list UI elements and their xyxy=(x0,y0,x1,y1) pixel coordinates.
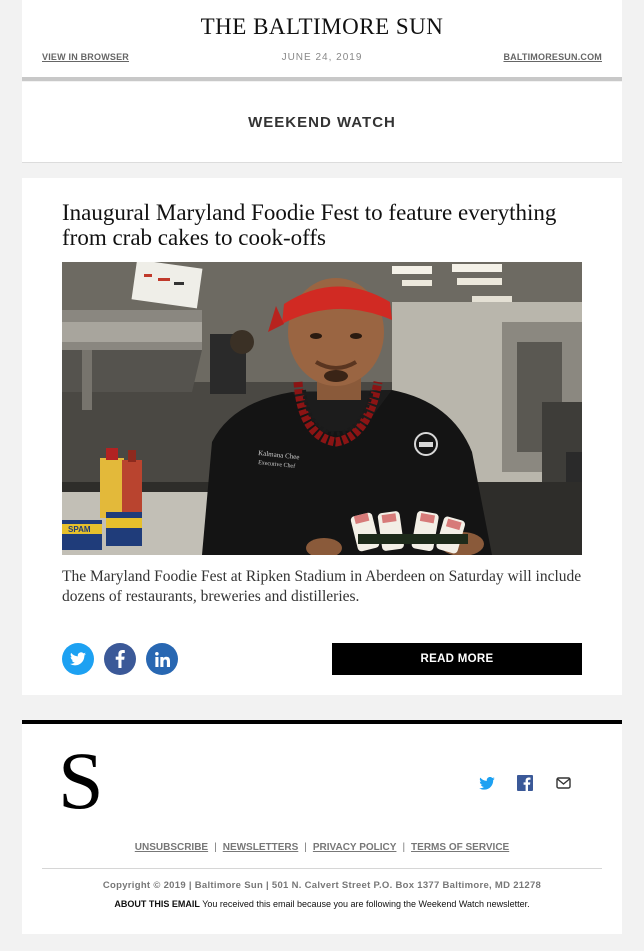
terms-of-service-link[interactable]: TERMS OF SERVICE xyxy=(411,842,509,853)
facebook-icon xyxy=(517,775,533,791)
header-meta-row: VIEW IN BROWSER JUNE 24, 2019 BALTIMORES… xyxy=(42,52,602,66)
link-separator: | xyxy=(214,842,217,853)
read-more-button[interactable]: READ MORE xyxy=(332,643,582,675)
footer-logo[interactable]: S xyxy=(58,736,104,826)
facebook-icon xyxy=(115,650,125,668)
link-separator: | xyxy=(304,842,307,853)
article-summary: The Maryland Foodie Fest at Ripken Stadi… xyxy=(62,568,582,605)
link-separator: | xyxy=(402,842,406,853)
about-this-email: ABOUT THIS EMAIL You received this email… xyxy=(22,899,622,909)
twitter-icon xyxy=(479,776,495,790)
mail-icon xyxy=(555,777,571,789)
chef-photo-illustration: SPAM Kalmana Chee Executive Chef xyxy=(62,262,582,555)
copyright-text: Copyright © 2019 | Baltimore Sun | 501 N… xyxy=(102,880,542,891)
footer-divider xyxy=(42,868,602,869)
footer-email-link[interactable] xyxy=(554,774,572,792)
section-band: WEEKEND WATCH xyxy=(22,82,622,163)
privacy-policy-link[interactable]: PRIVACY POLICY xyxy=(313,842,397,853)
article-card: Inaugural Maryland Foodie Fest to featur… xyxy=(22,178,622,695)
share-facebook-button[interactable] xyxy=(104,643,136,675)
about-label: ABOUT THIS EMAIL xyxy=(114,899,200,909)
site-link[interactable]: BALTIMORESUN.COM xyxy=(503,52,602,62)
masthead-logo[interactable]: THE BALTIMORE SUN xyxy=(22,14,622,40)
footer-facebook-link[interactable] xyxy=(516,774,534,792)
email-header: THE BALTIMORE SUN VIEW IN BROWSER JUNE 2… xyxy=(22,0,622,81)
footer-twitter-link[interactable] xyxy=(478,774,496,792)
newsletters-link[interactable]: NEWSLETTERS xyxy=(223,842,299,853)
unsubscribe-link[interactable]: UNSUBSCRIBE xyxy=(135,842,208,853)
share-twitter-button[interactable] xyxy=(62,643,94,675)
email-footer: S UNSUBSCRIBE | NEWSLETTERS | PRIVACY POLICY… xyxy=(22,720,622,934)
header-divider xyxy=(22,77,622,81)
about-text: You received this email because you are … xyxy=(202,899,530,909)
can-label-text: SPAM xyxy=(68,525,91,534)
article-headline[interactable]: Inaugural Maryland Foodie Fest to featur… xyxy=(62,200,592,250)
article-photo[interactable]: SPAM Kalmana Chee Executive Chef xyxy=(62,262,582,555)
section-title: WEEKEND WATCH xyxy=(248,114,396,131)
twitter-icon xyxy=(70,652,86,666)
share-linkedin-button[interactable] xyxy=(146,643,178,675)
footer-links: UNSUBSCRIBE | NEWSLETTERS | PRIVACY POLICY | T… xyxy=(22,842,622,853)
linkedin-icon xyxy=(154,651,170,667)
